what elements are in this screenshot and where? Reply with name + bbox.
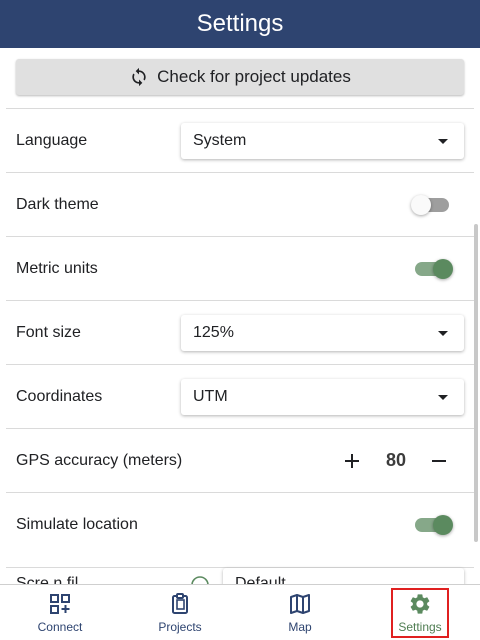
coordinates-row: Coordinates UTM [6, 364, 474, 428]
language-row: Language System [6, 108, 474, 172]
minus-icon[interactable] [429, 451, 449, 471]
font-size-row: Font size 125% [6, 300, 474, 364]
nav-label-connect: Connect [37, 620, 83, 634]
font-size-value: 125% [193, 323, 234, 341]
dark-theme-label: Dark theme [16, 195, 99, 213]
coordinates-value: UTM [193, 387, 228, 405]
page-header: Settings [0, 0, 480, 48]
page-title: Settings [196, 10, 284, 37]
nav-item-settings[interactable]: Settings [360, 585, 480, 640]
dark-theme-toggle[interactable] [411, 193, 453, 217]
qr-add-icon [50, 594, 70, 614]
simulate-location-row: Simulate location [6, 492, 474, 556]
info-icon[interactable] [191, 576, 209, 584]
check-updates-button[interactable]: Check for project updates [16, 59, 464, 95]
nav-label-settings: Settings [398, 620, 442, 634]
screen-filter-row: Scre.n fil... Default [6, 567, 474, 584]
language-label: Language [16, 131, 88, 149]
gps-accuracy-row: GPS accuracy (meters) 80 [6, 428, 474, 492]
screen-filter-label: Scre.n fil... [16, 575, 92, 584]
font-size-select[interactable]: 125% [181, 314, 464, 351]
check-updates-label: Check for project updates [157, 67, 351, 86]
nav-item-connect[interactable]: Connect [0, 585, 120, 640]
metric-units-label: Metric units [16, 259, 98, 277]
chevron-down-icon [438, 330, 448, 336]
language-value: System [193, 131, 247, 149]
bottom-nav: Connect Projects Map Settings [0, 584, 480, 640]
scrollbar[interactable] [474, 224, 478, 542]
settings-content[interactable]: Check for project updates Language Syste… [0, 48, 480, 584]
nav-label-projects: Projects [158, 620, 202, 634]
dark-theme-row: Dark theme [6, 172, 474, 236]
language-select[interactable]: System [181, 122, 464, 159]
metric-units-toggle[interactable] [411, 257, 453, 281]
gps-accuracy-label: GPS accuracy (meters) [16, 451, 183, 469]
font-size-label: Font size [16, 323, 81, 341]
nav-item-projects[interactable]: Projects [120, 585, 240, 640]
coordinates-label: Coordinates [16, 387, 103, 405]
map-icon [290, 594, 310, 614]
simulate-location-toggle[interactable] [411, 513, 453, 537]
plus-icon[interactable] [342, 451, 362, 471]
chevron-down-icon [438, 138, 448, 144]
gear-icon [410, 594, 430, 614]
chevron-down-icon [438, 394, 448, 400]
nav-label-map: Map [288, 620, 312, 634]
screen-filter-value: Default [235, 575, 286, 584]
coordinates-select[interactable]: UTM [181, 378, 464, 415]
refresh-icon [132, 67, 146, 87]
nav-item-map[interactable]: Map [240, 585, 360, 640]
screen-filter-select[interactable]: Default [223, 568, 464, 584]
toggle-thumb [433, 514, 453, 535]
toggle-thumb [411, 194, 431, 215]
simulate-location-label: Simulate location [16, 515, 138, 533]
gps-accuracy-value: 80 [385, 450, 407, 470]
clipboard-icon [172, 593, 188, 614]
toggle-thumb [433, 258, 453, 279]
metric-units-row: Metric units [6, 236, 474, 300]
